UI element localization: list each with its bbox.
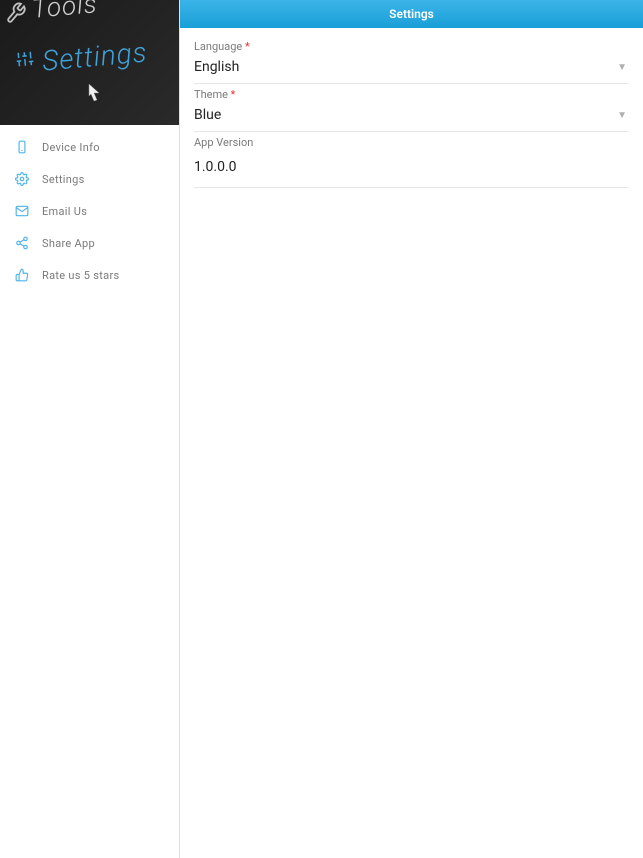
- theme-value: Blue: [194, 107, 221, 123]
- required-indicator: *: [231, 88, 236, 101]
- device-icon: [14, 139, 30, 155]
- chevron-down-icon: ▼: [617, 62, 629, 73]
- sidebar-item-label: Settings: [42, 173, 85, 186]
- sidebar-item-device-info[interactable]: Device Info: [0, 131, 179, 163]
- language-dropdown[interactable]: English ▼: [194, 55, 629, 84]
- header-tools-text: Tools: [31, 0, 99, 25]
- email-icon: [14, 203, 30, 219]
- sidebar-header-image: Tools Settings: [0, 0, 179, 125]
- sidebar: Tools Settings: [0, 0, 180, 858]
- required-indicator: *: [245, 40, 250, 53]
- sidebar-item-label: Device Info: [42, 141, 100, 154]
- sidebar-item-label: Email Us: [42, 205, 87, 218]
- chevron-down-icon: ▼: [617, 110, 629, 121]
- hand-cursor-icon: [82, 80, 106, 112]
- wrench-icon: [4, 1, 28, 29]
- language-field: Language * English ▼: [194, 36, 629, 84]
- sidebar-item-rate-us[interactable]: Rate us 5 stars: [0, 259, 179, 291]
- sidebar-nav: Device Info Settings Email Us: [0, 125, 179, 291]
- sidebar-item-label: Rate us 5 stars: [42, 269, 119, 282]
- theme-label: Theme *: [194, 84, 629, 103]
- share-icon: [14, 235, 30, 251]
- appversion-value: 1.0.0.0: [194, 151, 629, 188]
- settings-icon: [14, 171, 30, 187]
- sidebar-item-label: Share App: [42, 237, 95, 250]
- sidebar-item-settings[interactable]: Settings: [0, 163, 179, 195]
- main-content: Language * English ▼ Theme * Blue ▼ App …: [180, 28, 643, 858]
- rate-icon: [14, 267, 30, 283]
- appversion-label: App Version: [194, 132, 629, 151]
- language-value: English: [194, 59, 239, 75]
- language-label: Language *: [194, 36, 629, 55]
- main-panel: Settings Language * English ▼ Theme * Bl…: [180, 0, 643, 858]
- sidebar-item-share-app[interactable]: Share App: [0, 227, 179, 259]
- main-header: Settings: [180, 0, 643, 28]
- theme-field: Theme * Blue ▼: [194, 84, 629, 132]
- sliders-icon: [15, 49, 35, 72]
- sidebar-item-email-us[interactable]: Email Us: [0, 195, 179, 227]
- appversion-field: App Version 1.0.0.0: [194, 132, 629, 188]
- page-title: Settings: [389, 7, 434, 21]
- header-settings-text: Settings: [41, 35, 149, 77]
- theme-dropdown[interactable]: Blue ▼: [194, 103, 629, 132]
